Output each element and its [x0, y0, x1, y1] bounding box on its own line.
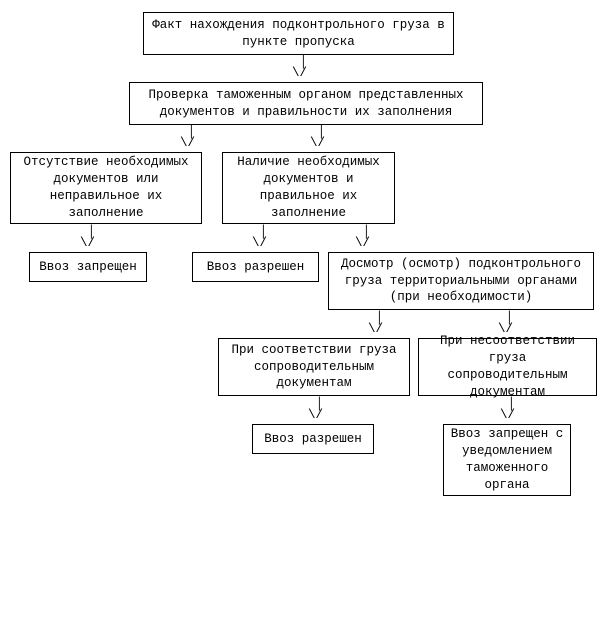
node-entry-allowed-1: Ввоз разрешен: [192, 252, 319, 282]
arrow-n7-n8: │ \/: [368, 313, 383, 334]
arrow-n3-n5: │ \/: [80, 227, 95, 248]
node-match: При соответствии груза сопроводительным …: [218, 338, 410, 396]
node-entry-forbidden-notify: Ввоз запрещен с уведомлением таможенного…: [443, 424, 571, 496]
arrow-n4-n7: │ \/: [355, 227, 370, 248]
node-check: Проверка таможенным органом представленн…: [129, 82, 483, 125]
node-mismatch: При несоответствии груза сопроводительны…: [418, 338, 597, 396]
arrow-n8-n10: │ \/: [308, 399, 323, 420]
node-entry-forbidden-1: Ввоз запрещен: [29, 252, 147, 282]
node-entry-allowed-2: Ввоз разрешен: [252, 424, 374, 454]
node-docs-missing: Отсутствие необходимых документов или не…: [10, 152, 202, 224]
flowchart-canvas: Факт нахождения подконтрольного груза в …: [0, 0, 605, 624]
node-fact: Факт нахождения подконтрольного груза в …: [143, 12, 454, 55]
node-docs-present: Наличие необходимых документов и правиль…: [222, 152, 395, 224]
arrow-n1-n2: │ \/: [292, 57, 307, 78]
arrow-n2-n3: │ \/: [180, 127, 195, 148]
arrow-n7-n9: │ \/: [498, 313, 513, 334]
arrow-n4-n6: │ \/: [252, 227, 267, 248]
node-inspection: Досмотр (осмотр) подконтрольного груза т…: [328, 252, 594, 310]
arrow-n9-n11: │ \/: [500, 399, 515, 420]
arrow-n2-n4: │ \/: [310, 127, 325, 148]
